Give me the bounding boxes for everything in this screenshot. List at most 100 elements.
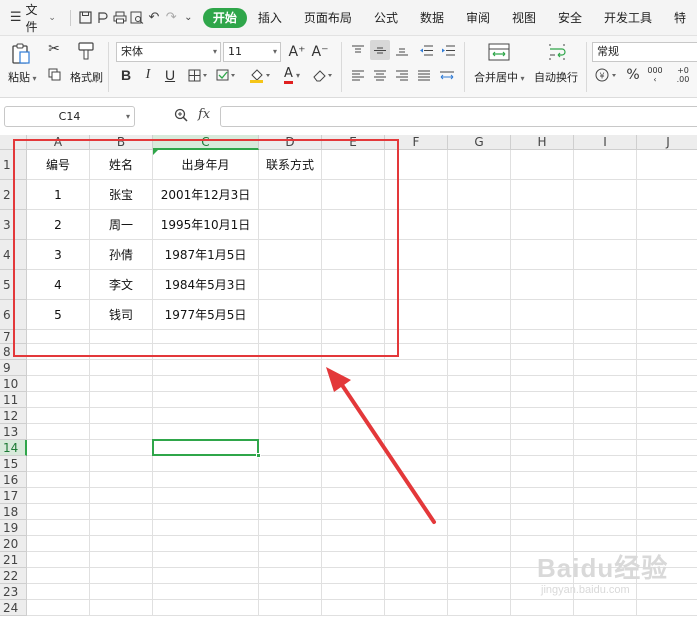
increase-decimal-button[interactable]: +0.00 xyxy=(670,64,696,86)
format-painter-icon[interactable] xyxy=(76,40,96,62)
cell-c17[interactable] xyxy=(153,488,259,504)
row-header-16[interactable]: 16 xyxy=(0,472,27,488)
file-menu[interactable]: 文件 ⌄ xyxy=(25,1,56,35)
cell-h18[interactable] xyxy=(511,504,574,520)
font-color-button[interactable]: A ▾ xyxy=(280,65,304,85)
paste-button[interactable]: 粘贴 ▾ xyxy=(8,69,37,85)
tab-3[interactable]: 公式 xyxy=(363,8,409,28)
cell-j13[interactable] xyxy=(637,424,697,440)
tab-9[interactable]: 特 xyxy=(663,8,697,28)
cell-d23[interactable] xyxy=(259,584,322,600)
row-header-13[interactable]: 13 xyxy=(0,424,27,440)
row-header-11[interactable]: 11 xyxy=(0,392,27,408)
cell-b21[interactable] xyxy=(90,552,153,568)
cell-e17[interactable] xyxy=(322,488,385,504)
cell-d9[interactable] xyxy=(259,360,322,376)
cell-a16[interactable] xyxy=(27,472,90,488)
cell-g9[interactable] xyxy=(448,360,511,376)
cell-h24[interactable] xyxy=(511,600,574,616)
column-header-g[interactable]: G xyxy=(448,135,511,150)
cell-a22[interactable] xyxy=(27,568,90,584)
cell-f22[interactable] xyxy=(385,568,448,584)
cell-g1[interactable] xyxy=(448,150,511,180)
cell-g3[interactable] xyxy=(448,210,511,240)
cell-g7[interactable] xyxy=(448,330,511,344)
cell-i1[interactable] xyxy=(574,150,637,180)
cell-f10[interactable] xyxy=(385,376,448,392)
cell-i10[interactable] xyxy=(574,376,637,392)
cell-c18[interactable] xyxy=(153,504,259,520)
cell-b23[interactable] xyxy=(90,584,153,600)
cell-b9[interactable] xyxy=(90,360,153,376)
cell-j6[interactable] xyxy=(637,300,697,330)
formula-input[interactable] xyxy=(220,106,697,127)
cell-j14[interactable] xyxy=(637,440,697,456)
cut-icon[interactable]: ✂ xyxy=(46,41,62,57)
cell-g24[interactable] xyxy=(448,600,511,616)
cell-b12[interactable] xyxy=(90,408,153,424)
cell-i19[interactable] xyxy=(574,520,637,536)
cell-f12[interactable] xyxy=(385,408,448,424)
zoom-lookup-icon[interactable] xyxy=(174,108,188,126)
cell-h1[interactable] xyxy=(511,150,574,180)
save-icon[interactable] xyxy=(77,8,94,28)
row-header-24[interactable]: 24 xyxy=(0,600,27,616)
redo-icon[interactable]: ↷ xyxy=(163,8,180,28)
cell-e15[interactable] xyxy=(322,456,385,472)
cell-h15[interactable] xyxy=(511,456,574,472)
italic-button[interactable]: I xyxy=(140,66,156,84)
cell-b24[interactable] xyxy=(90,600,153,616)
insert-function-button[interactable]: fx xyxy=(198,107,210,122)
row-header-15[interactable]: 15 xyxy=(0,456,27,472)
cell-a19[interactable] xyxy=(27,520,90,536)
fill-color-button[interactable] xyxy=(248,66,272,84)
cell-d11[interactable] xyxy=(259,392,322,408)
cell-c15[interactable] xyxy=(153,456,259,472)
cell-e19[interactable] xyxy=(322,520,385,536)
increase-indent-icon[interactable] xyxy=(440,42,456,58)
cell-j16[interactable] xyxy=(637,472,697,488)
row-header-10[interactable]: 10 xyxy=(0,376,27,392)
export-pdf-icon[interactable] xyxy=(94,8,111,28)
cell-c23[interactable] xyxy=(153,584,259,600)
cell-h10[interactable] xyxy=(511,376,574,392)
font-name-select[interactable]: 宋体 ▾ xyxy=(116,42,221,62)
cell-g11[interactable] xyxy=(448,392,511,408)
cell-j15[interactable] xyxy=(637,456,697,472)
merge-center-button[interactable]: 合并居中 ▾ xyxy=(474,69,525,85)
merge-center-icon[interactable] xyxy=(487,41,511,63)
cell-c16[interactable] xyxy=(153,472,259,488)
cell-c12[interactable] xyxy=(153,408,259,424)
cell-j7[interactable] xyxy=(637,330,697,344)
cell-i11[interactable] xyxy=(574,392,637,408)
cell-h7[interactable] xyxy=(511,330,574,344)
align-middle-icon[interactable] xyxy=(370,40,390,60)
paste-icon[interactable] xyxy=(10,42,32,66)
cell-i5[interactable] xyxy=(574,270,637,300)
cell-e11[interactable] xyxy=(322,392,385,408)
cell-a10[interactable] xyxy=(27,376,90,392)
cell-f9[interactable] xyxy=(385,360,448,376)
cell-g19[interactable] xyxy=(448,520,511,536)
cell-f14[interactable] xyxy=(385,440,448,456)
cell-d14[interactable] xyxy=(259,440,322,456)
cell-e14[interactable] xyxy=(322,440,385,456)
cell-f11[interactable] xyxy=(385,392,448,408)
column-header-h[interactable]: H xyxy=(511,135,574,150)
cell-e22[interactable] xyxy=(322,568,385,584)
cell-a18[interactable] xyxy=(27,504,90,520)
tab-4[interactable]: 数据 xyxy=(409,8,455,28)
cell-d13[interactable] xyxy=(259,424,322,440)
cell-e21[interactable] xyxy=(322,552,385,568)
cell-a21[interactable] xyxy=(27,552,90,568)
cell-d21[interactable] xyxy=(259,552,322,568)
cell-e12[interactable] xyxy=(322,408,385,424)
cell-e13[interactable] xyxy=(322,424,385,440)
name-box[interactable]: C14 ▾ xyxy=(4,106,135,127)
cell-d22[interactable] xyxy=(259,568,322,584)
wrap-text-icon[interactable] xyxy=(545,41,569,63)
cell-g2[interactable] xyxy=(448,180,511,210)
cell-j9[interactable] xyxy=(637,360,697,376)
cell-h4[interactable] xyxy=(511,240,574,270)
cell-c10[interactable] xyxy=(153,376,259,392)
